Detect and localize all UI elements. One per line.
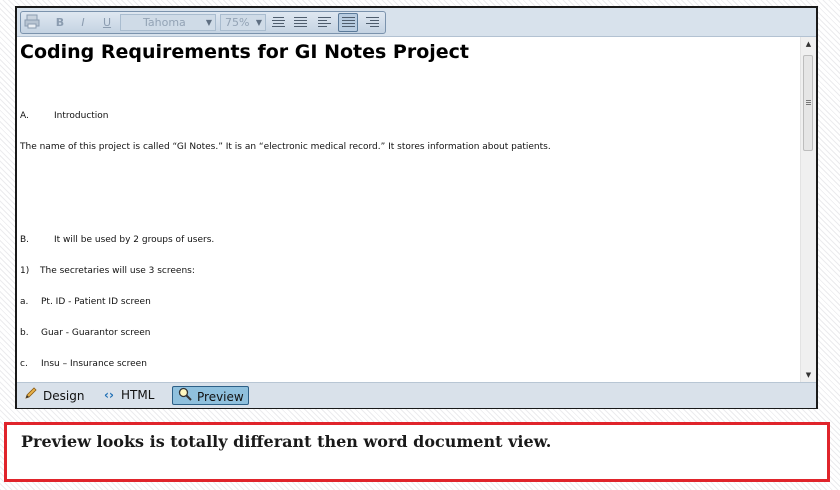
tab-html[interactable]: ‹› HTML [101, 386, 154, 405]
scroll-down-icon[interactable]: ▼ [801, 368, 816, 382]
list-marker: 1) [20, 266, 30, 276]
paragraph-text: The name of this project is called “GI N… [20, 142, 551, 152]
vertical-scrollbar[interactable]: ▲ ▼ [800, 37, 816, 382]
preview-content[interactable]: Coding Requirements for GI Notes Project… [17, 37, 803, 382]
paragraph-section-a: A. Introduction [20, 111, 109, 121]
document-title: Coding Requirements for GI Notes Project [20, 41, 470, 63]
list-marker: b. [20, 328, 29, 338]
list-marker: B. [20, 235, 30, 245]
list-marker: a. [20, 297, 29, 307]
align-center-icon[interactable] [272, 17, 285, 28]
list-marker: c. [20, 359, 28, 369]
annotation-text: Preview looks is totally differant then … [21, 432, 552, 451]
chevron-down-icon: ▼ [205, 18, 212, 27]
scrollbar-thumb[interactable] [803, 55, 813, 151]
paragraph-item-1: 1) The secretaries will use 3 screens: [20, 266, 195, 276]
paragraph-item-c: c. Insu – Insurance screen [20, 359, 147, 369]
justify-icon[interactable] [294, 17, 307, 28]
html-editor: B I U Tahoma ▼ 75% ▼ Coding Requirements… [15, 6, 818, 409]
toolbar-group: B I U Tahoma ▼ 75% ▼ [20, 11, 386, 34]
paragraph-section-b: B. It will be used by 2 groups of users. [20, 235, 214, 245]
paragraph-item-b: b. Guar - Guarantor screen [20, 328, 151, 338]
align-right-icon[interactable] [366, 17, 379, 28]
paragraph-text: Guar - Guarantor screen [41, 328, 151, 338]
pencil-icon [23, 386, 39, 406]
align-justify-active-icon [342, 17, 355, 28]
tab-design[interactable]: Design [23, 386, 84, 405]
chevron-down-icon: ▼ [255, 18, 262, 27]
code-brackets-icon: ‹› [104, 388, 114, 402]
align-left-icon[interactable] [318, 17, 331, 28]
scroll-up-icon[interactable]: ▲ [801, 37, 816, 51]
bold-icon[interactable]: B [51, 14, 69, 31]
tab-preview[interactable]: Preview [172, 386, 249, 405]
font-select-value: Tahoma [143, 16, 186, 29]
paragraph-text: Introduction [54, 111, 109, 121]
paragraph-intro: The name of this project is called “GI N… [20, 142, 551, 152]
mode-bar: Design ‹› HTML Preview [17, 382, 816, 408]
formatting-toolbar: B I U Tahoma ▼ 75% ▼ [17, 8, 816, 37]
tab-html-label: HTML [121, 388, 155, 402]
paragraph-text: Pt. ID - Patient ID screen [41, 297, 151, 307]
annotation-note: Preview looks is totally differant then … [4, 422, 830, 482]
paragraph-item-a: a. Pt. ID - Patient ID screen [20, 297, 151, 307]
font-select[interactable]: Tahoma ▼ [120, 14, 216, 31]
underline-icon[interactable]: U [98, 14, 116, 31]
grip-icon [806, 100, 811, 106]
paragraph-text: It will be used by 2 groups of users. [54, 235, 215, 245]
zoom-select[interactable]: 75% ▼ [220, 14, 266, 31]
tab-preview-label: Preview [197, 390, 244, 404]
magnifier-icon [177, 387, 193, 407]
tab-design-label: Design [43, 389, 85, 403]
paragraph-text: Insu – Insurance screen [41, 359, 147, 369]
zoom-select-value: 75% [225, 16, 250, 29]
italic-icon[interactable]: I [74, 14, 92, 31]
paragraph-text: The secretaries will use 3 screens: [40, 266, 195, 276]
list-marker: A. [20, 111, 29, 121]
print-icon[interactable] [23, 14, 41, 31]
